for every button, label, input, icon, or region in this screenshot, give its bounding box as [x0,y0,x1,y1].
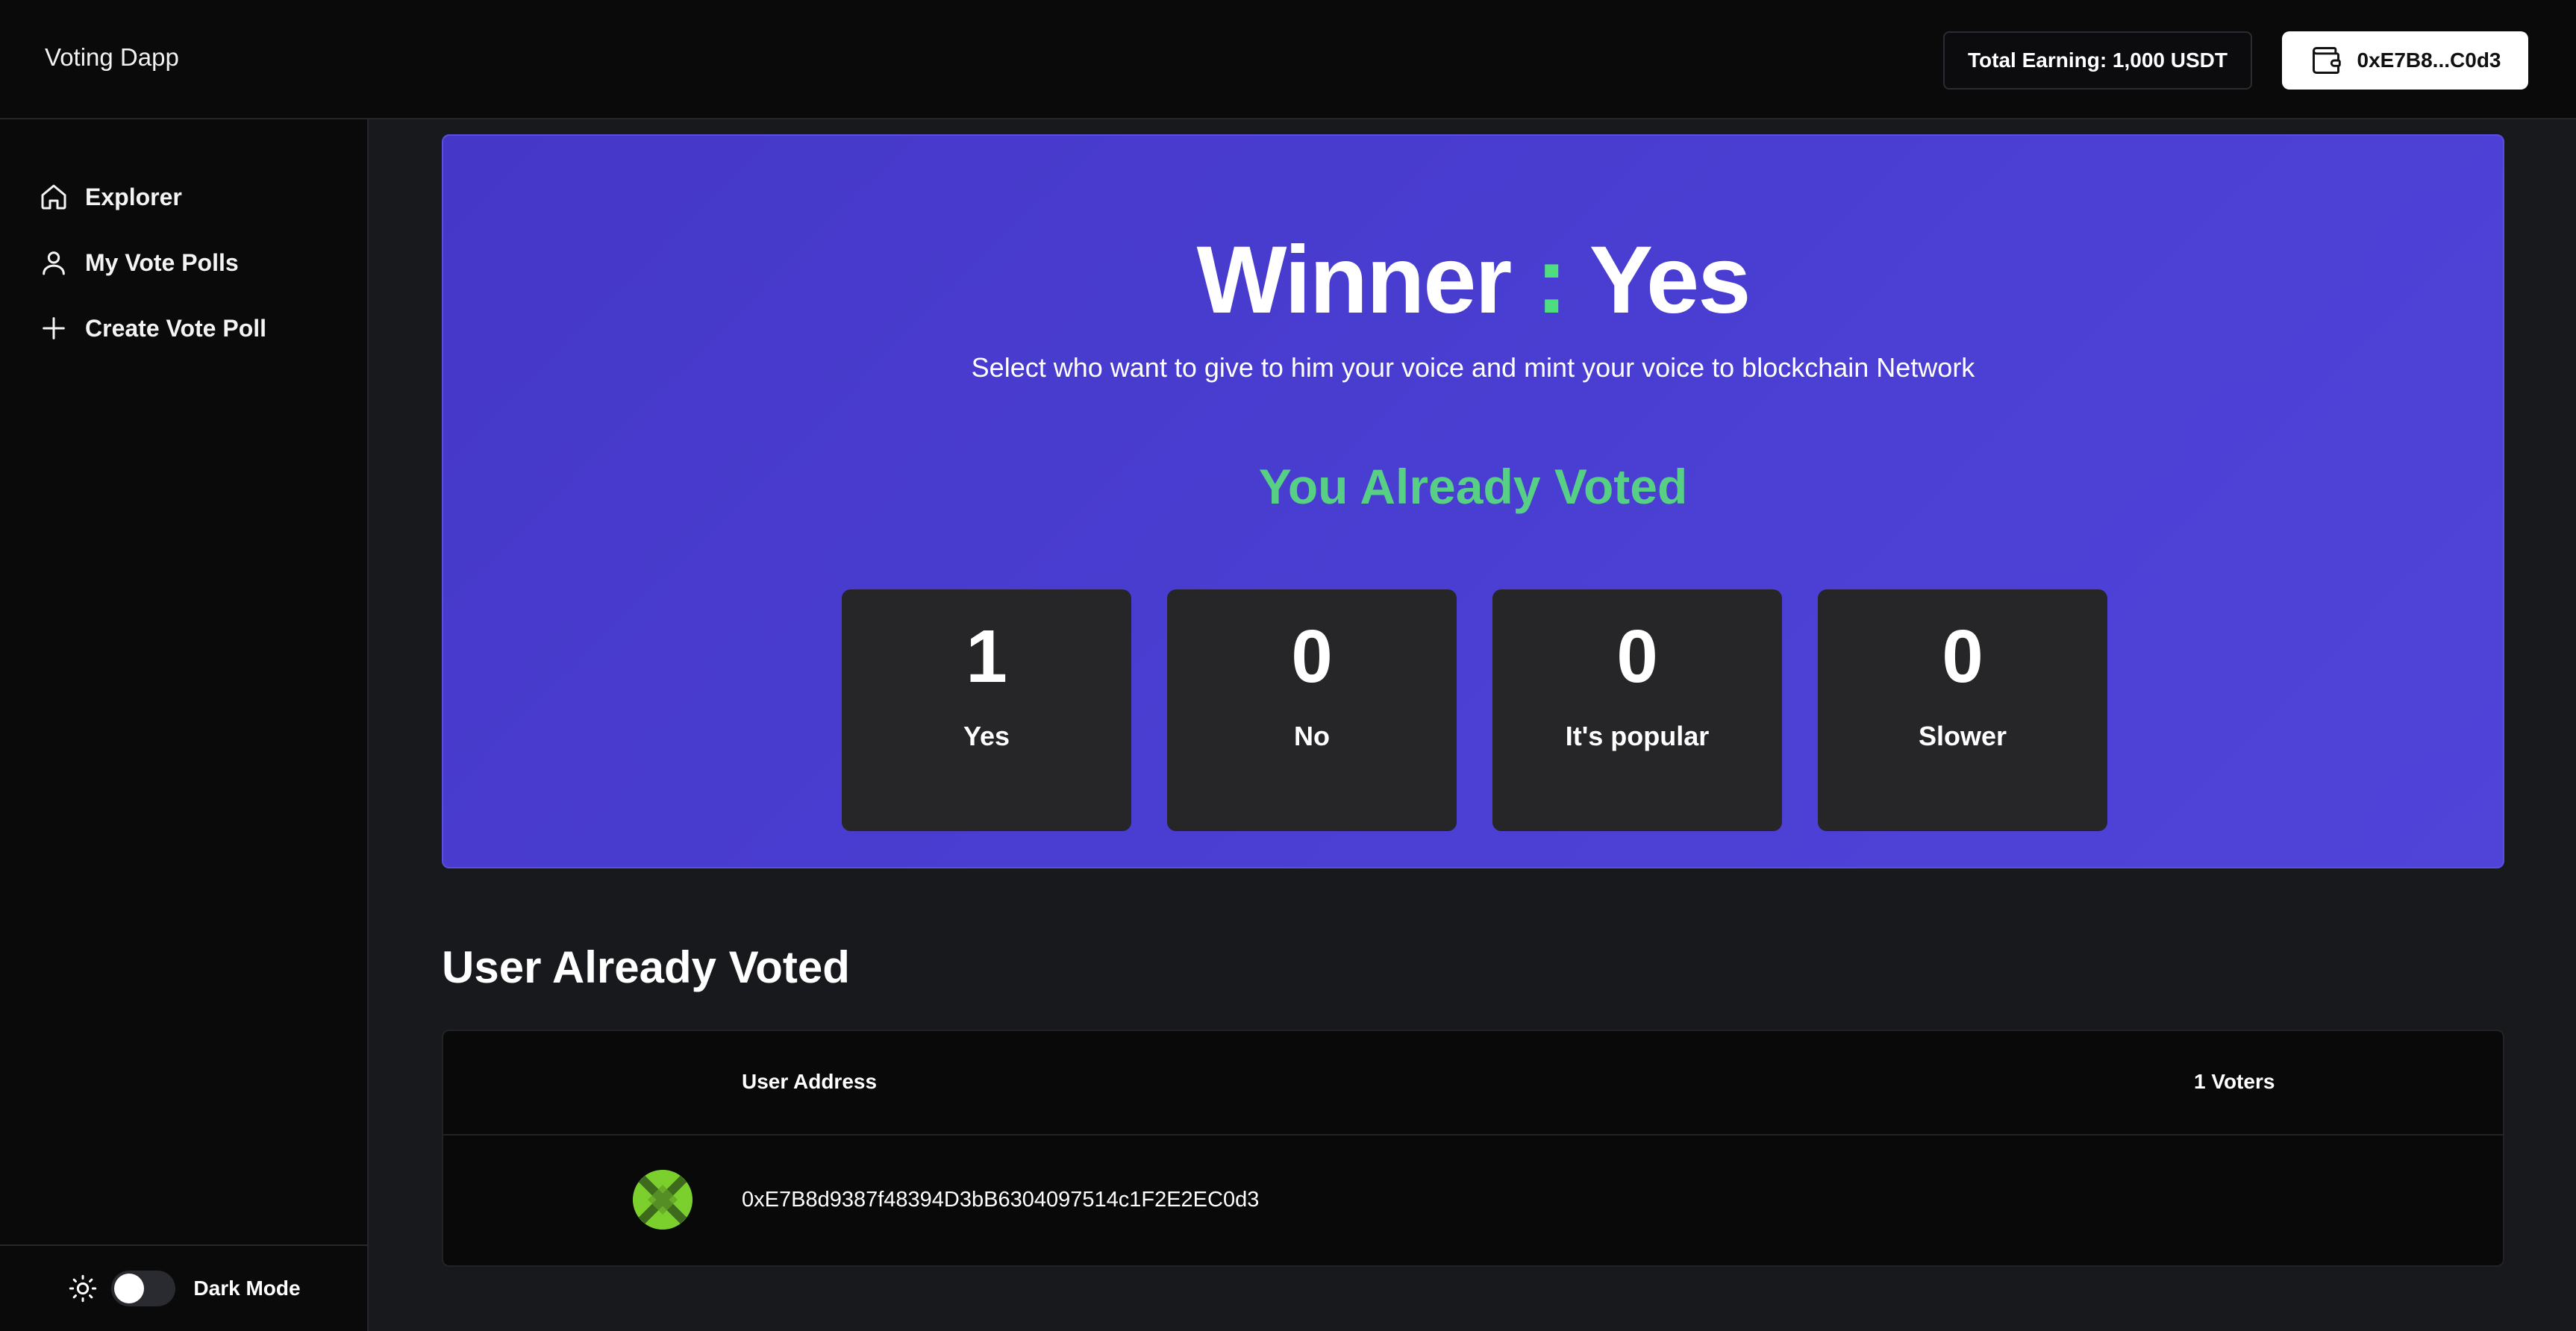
already-voted-notice: You Already Voted [1258,459,1688,514]
sidebar-item-label: Create Vote Poll [85,314,267,342]
table-row: 0xE7B8d9387f48394D3bB6304097514c1F2E2EC0… [443,1137,2503,1265]
winner-colon: : [1535,227,1568,333]
sidebar-item-label: Explorer [85,183,182,210]
sun-icon [68,1274,98,1303]
wallet-address: 0xE7B8...C0d3 [2357,48,2501,72]
option-count: 0 [1942,615,1983,698]
avatar-pattern-icon [633,1170,693,1230]
sidebar-item-my-vote-polls[interactable]: My Vote Polls [39,240,239,285]
toggle-knob [114,1274,145,1303]
option-card-its-popular: 0 It's popular [1492,589,1782,831]
option-label: Slower [1918,721,2007,751]
column-header-voters-count: 1 Voters [2194,1070,2275,1093]
wallet-button[interactable]: 0xE7B8...C0d3 [2282,31,2528,90]
option-label: No [1294,721,1330,751]
user-icon [43,251,65,275]
dark-mode-label: Dark Mode [193,1277,301,1300]
option-label: It's popular [1565,721,1710,751]
voter-address[interactable]: 0xE7B8d9387f48394D3bB6304097514c1F2E2EC0… [742,1188,1259,1212]
option-label: Yes [963,721,1010,751]
option-count: 0 [1616,615,1658,698]
sidebar-item-label: My Vote Polls [85,248,239,276]
option-card-yes: 1 Yes [842,589,1131,831]
brand-title[interactable]: Voting Dapp [45,43,179,72]
plus-icon [43,317,65,339]
sidebar-item-create-vote-poll[interactable]: Create Vote Poll [39,306,266,351]
option-card-slower: 0 Slower [1818,589,2107,831]
dark-mode-toggle[interactable] [111,1271,176,1306]
poll-subtitle: Select who want to give to him your voic… [971,352,1975,383]
option-card-no: 0 No [1167,589,1457,831]
app-root: Voting Dapp Total Earning: 1,000 USDT 0x… [0,0,2576,1331]
voters-section-title: User Already Voted [442,942,850,992]
theme-switcher: Dark Mode [0,1244,369,1331]
table-header: User Address 1 Voters [443,1031,2503,1136]
avatar [633,1170,693,1230]
winner-prefix: Winner [1196,227,1513,333]
option-count: 0 [1291,615,1333,698]
top-header: Voting Dapp Total Earning: 1,000 USDT 0x… [0,0,2576,119]
total-earning-badge: Total Earning: 1,000 USDT [1943,31,2252,90]
option-count: 1 [966,615,1007,698]
column-header-address: User Address [742,1070,878,1093]
winner-heading: Winner : Yes [443,225,2503,335]
winner-value: Yes [1589,227,1751,333]
poll-result-panel: Winner : Yes Select who want to give to … [442,134,2504,868]
voters-table: User Address 1 Voters 0xE7B8d9387f48394D… [442,1030,2504,1267]
home-icon [41,184,66,210]
sidebar-item-explorer[interactable]: Explorer [39,175,182,219]
wallet-icon [2312,47,2341,74]
sidebar: Explorer My Vote Polls Create Vote Poll [0,119,369,1331]
